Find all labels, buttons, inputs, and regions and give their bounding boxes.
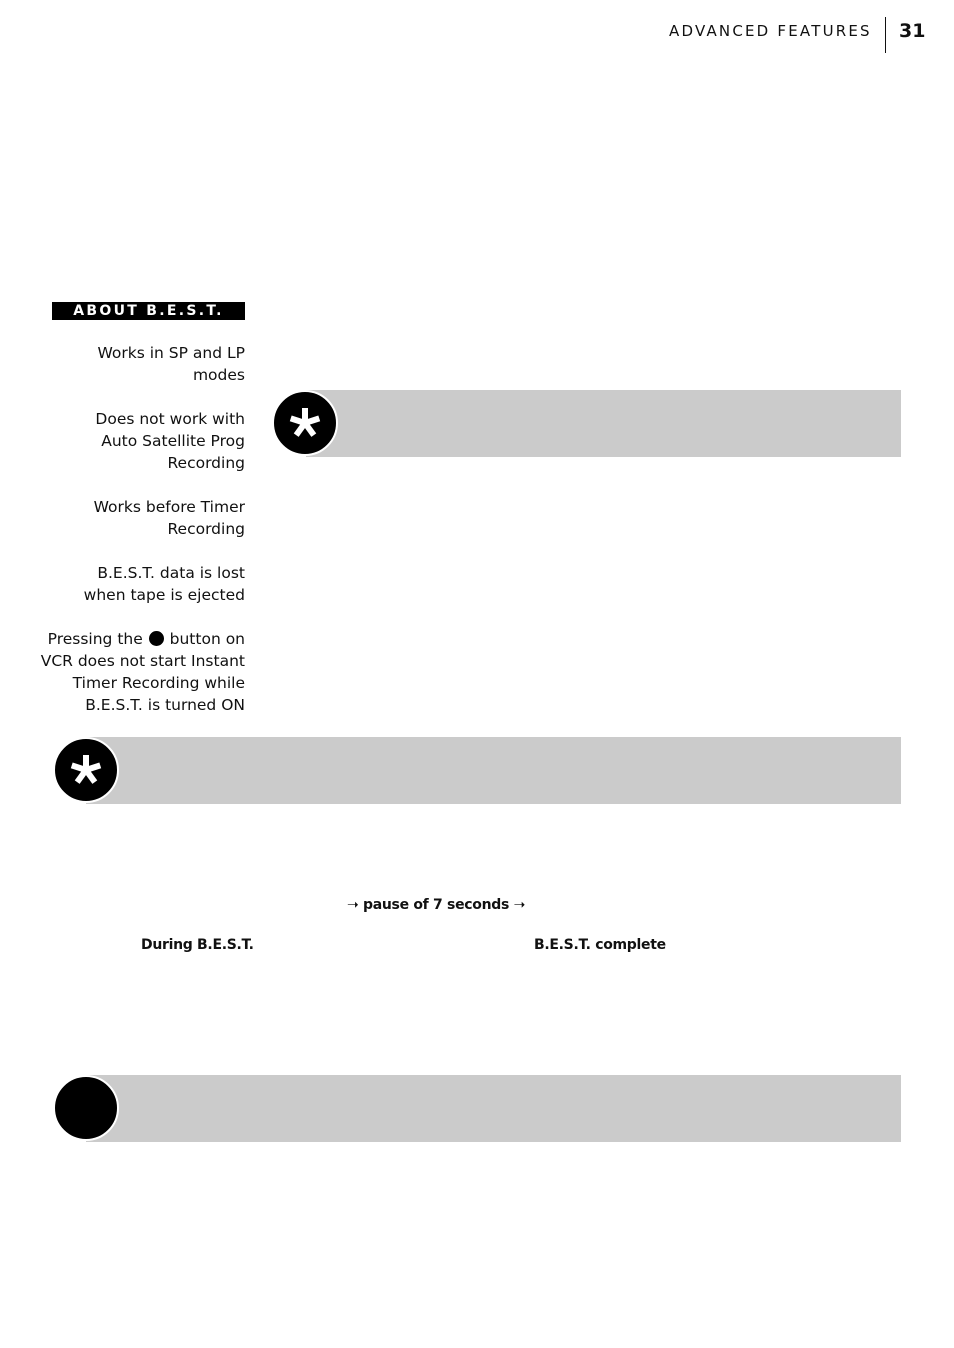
side-note-line: Recording xyxy=(167,454,245,472)
callout-badge xyxy=(53,737,119,803)
page-number: 31 xyxy=(899,20,926,42)
side-note-text: Pressing the xyxy=(47,630,143,648)
header-divider xyxy=(885,17,886,53)
side-note-record-button: Pressing the button on VCR does not star… xyxy=(35,628,245,716)
side-note-line: Works in SP and LP xyxy=(97,344,246,362)
asterisk-icon xyxy=(70,755,102,784)
side-note-modes: Works in SP and LP modes xyxy=(35,342,246,386)
side-note-line: modes xyxy=(192,366,245,384)
side-note-line: B.E.S.T. data is lost xyxy=(97,564,245,582)
side-note-eject: B.E.S.T. data is lost when tape is eject… xyxy=(35,562,245,606)
callout-badge xyxy=(272,390,338,456)
side-note-line: B.E.S.T. is turned ON xyxy=(85,696,245,714)
side-note-line: VCR does not start Instant xyxy=(40,652,245,670)
side-note-line: Auto Satellite Prog xyxy=(101,432,245,450)
side-note-line: Works before Timer xyxy=(93,498,245,516)
sidebar-section-label: ABOUT B.E.S.T. xyxy=(52,302,245,320)
side-note-satellite: Does not work with Auto Satellite Prog R… xyxy=(35,408,245,474)
running-header-section-title: ADVANCED FEATURES xyxy=(669,22,872,40)
transition-label: pause of 7 seconds xyxy=(363,897,510,913)
asterisk-icon xyxy=(289,408,321,437)
best-complete-caption: B.E.S.T. complete xyxy=(534,937,666,953)
during-best-caption: During B.E.S.T. xyxy=(141,937,254,953)
transition-caption: ➝ pause of 7 seconds ➝ xyxy=(347,897,525,913)
side-note-line: Recording xyxy=(167,520,245,538)
side-note-line: Timer Recording while xyxy=(72,674,245,692)
side-note-line: Pressing the button on xyxy=(35,628,245,650)
side-note-text: button on xyxy=(169,630,245,648)
arrow-right-icon: ➝ xyxy=(347,897,359,913)
callout-box xyxy=(306,390,901,457)
filled-circle-icon xyxy=(53,1075,119,1141)
callout-box xyxy=(86,1075,901,1142)
arrow-right-icon: ➝ xyxy=(513,897,526,913)
callout-box xyxy=(86,737,901,804)
record-dot-icon xyxy=(148,631,164,646)
side-note-line: Does not work with xyxy=(95,410,245,428)
side-note-timer: Works before Timer Recording xyxy=(35,496,245,540)
side-note-line: when tape is ejected xyxy=(83,586,245,604)
